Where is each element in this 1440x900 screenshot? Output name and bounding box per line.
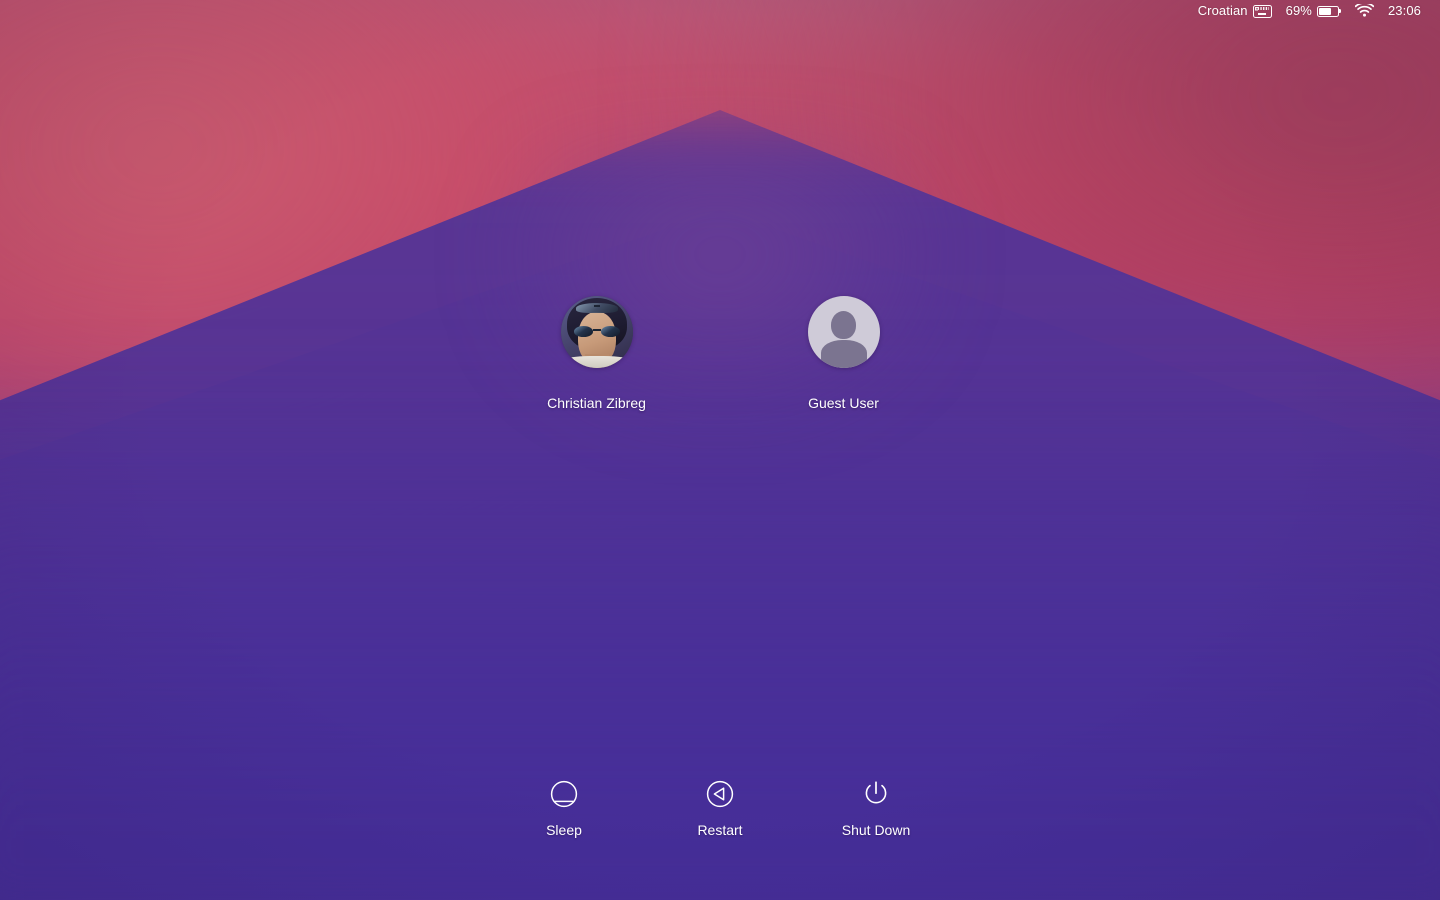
sleep-label: Sleep [546, 822, 582, 838]
user-name-label: Christian Zibreg [547, 395, 646, 411]
sleep-icon-wrap [547, 777, 581, 811]
user-name-label: Guest User [808, 395, 879, 411]
menubar-input-source[interactable]: Croatian [1191, 0, 1279, 22]
battery-icon [1316, 5, 1341, 17]
wallpaper-vignette [0, 0, 1440, 900]
user-list: Christian Zibreg Guest User [0, 296, 1440, 411]
shut-down-label: Shut Down [841, 822, 911, 838]
restart-button[interactable]: Restart [670, 777, 770, 838]
power-actions: Sleep Restart Shut Down [0, 777, 1440, 838]
avatar[interactable] [807, 296, 880, 368]
clock-label: 23:06 [1387, 3, 1421, 18]
menu-bar: Croatian 69% 23:06 [0, 0, 1440, 22]
user-account-guest-user[interactable]: Guest User [774, 296, 914, 411]
restart-label: Restart [697, 822, 743, 838]
desktop-wallpaper [0, 0, 1440, 900]
menubar-battery[interactable]: 69% [1279, 0, 1348, 22]
battery-percent-label: 69% [1285, 3, 1312, 18]
sleep-button[interactable]: Sleep [514, 777, 614, 838]
avatar[interactable] [560, 296, 633, 368]
shut-down-button[interactable]: Shut Down [826, 777, 926, 838]
sleep-icon [550, 780, 578, 808]
power-icon-wrap [859, 777, 893, 811]
menubar-clock[interactable]: 23:06 [1381, 0, 1428, 22]
user-account-christian-zibreg[interactable]: Christian Zibreg [527, 296, 667, 411]
power-icon [865, 781, 887, 804]
restart-icon-wrap [703, 777, 737, 811]
wifi-icon [1354, 4, 1374, 17]
keyboard-icon [1252, 4, 1272, 18]
menubar-wifi[interactable] [1348, 0, 1381, 22]
restart-icon [706, 780, 734, 808]
login-screen: Croatian 69% 23:06 Christian Zibreg Gues… [0, 0, 1440, 900]
input-source-label: Croatian [1197, 3, 1248, 18]
